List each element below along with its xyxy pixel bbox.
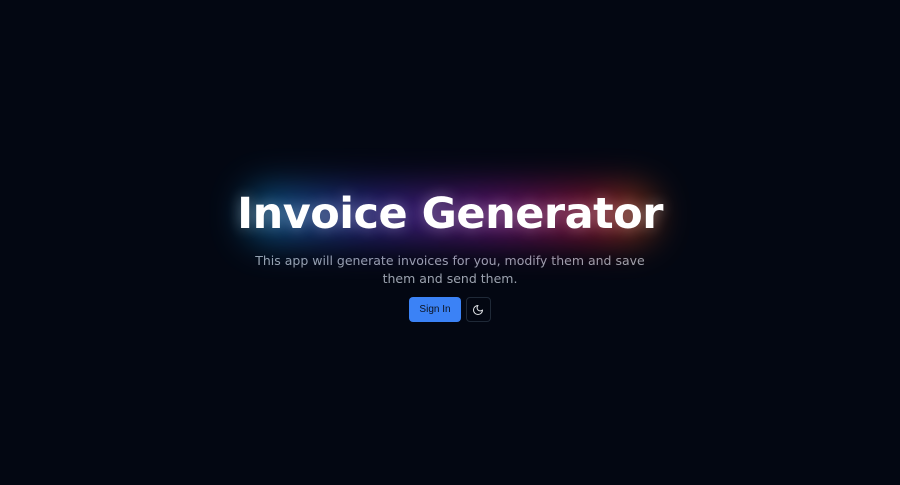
hero-section: Invoice Generator This app will generate… [0,182,900,322]
page-title: Invoice Generator [237,189,663,239]
title-wrapper: Invoice Generator [237,182,663,246]
sign-in-button[interactable]: Sign In [409,297,461,322]
landing-page: Invoice Generator This app will generate… [0,0,900,485]
page-subtitle: This app will generate invoices for you,… [255,253,645,286]
theme-toggle-button[interactable] [465,297,491,322]
moon-icon [472,304,484,316]
hero-actions: Sign In [409,297,491,322]
